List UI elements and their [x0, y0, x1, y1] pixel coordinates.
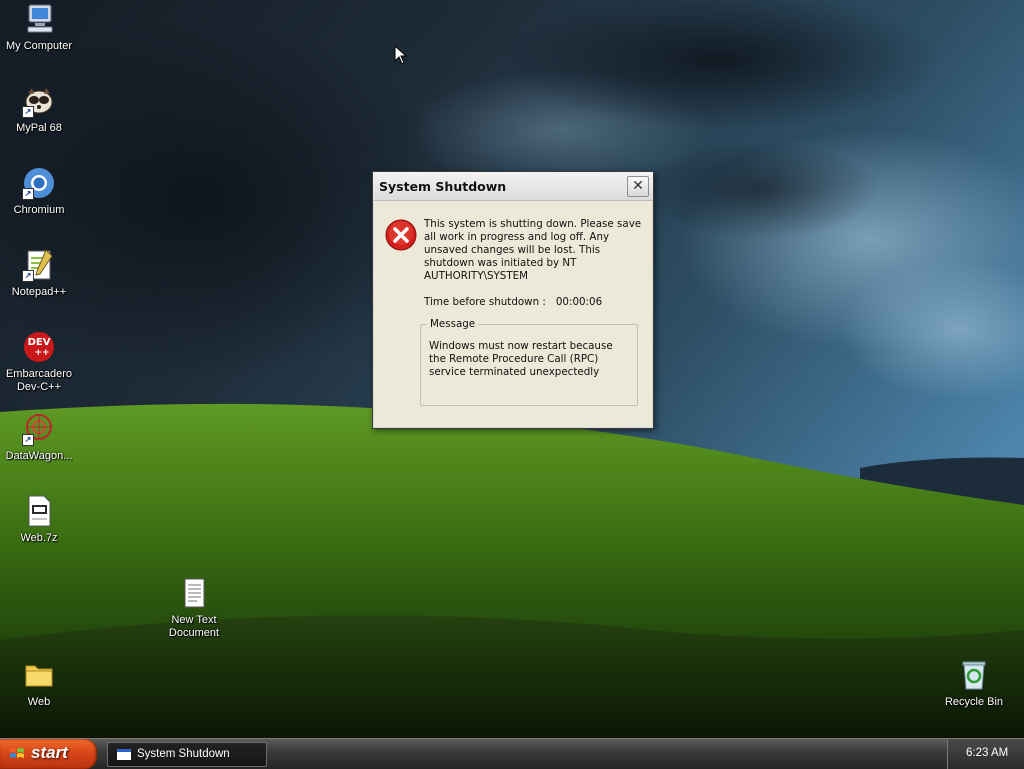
- message-group: Message Windows must now restart because…: [420, 318, 638, 406]
- devcpp-plus-text: ++: [34, 348, 49, 358]
- desktop-icon-label: DataWagon...: [5, 450, 73, 462]
- archive-file-icon: [22, 494, 56, 528]
- desktop-icon-label: Notepad++: [11, 286, 67, 298]
- desktop-icon-datawagon[interactable]: ↗ DataWagon...: [0, 412, 78, 463]
- desktop-icon-chromium[interactable]: ↗ Chromium: [0, 166, 78, 217]
- desktop-icon-label: Web.7z: [20, 532, 58, 544]
- desktop-icon-label: New Text Document: [168, 614, 220, 639]
- time-before-shutdown-row: Time before shutdown : 00:00:06: [424, 296, 602, 308]
- shortcut-arrow-icon: ↗: [22, 434, 34, 446]
- message-group-label: Message: [430, 318, 476, 330]
- desktop-icon-recycle-bin[interactable]: Recycle Bin: [935, 658, 1013, 709]
- window-icon: [117, 749, 131, 760]
- computer-icon: [22, 2, 56, 36]
- dialog-titlebar[interactable]: System Shutdown ✕: [373, 172, 653, 201]
- shortcut-arrow-icon: ↗: [22, 270, 34, 282]
- desktop-icon-label: MyPal 68: [16, 122, 62, 134]
- desktop-icon-label: My Computer: [5, 40, 73, 52]
- dialog-title: System Shutdown: [379, 179, 507, 194]
- windows-logo-icon: [10, 748, 24, 758]
- time-before-shutdown-label: Time before shutdown :: [424, 296, 546, 308]
- shortcut-arrow-icon: ↗: [22, 106, 34, 118]
- desktop-icon-label: Web: [27, 696, 51, 708]
- desktop-icon-label: Chromium: [13, 204, 65, 216]
- desktop-icon-web-7z[interactable]: Web.7z: [0, 494, 78, 545]
- desktop-icon-label: Recycle Bin: [944, 696, 1004, 708]
- notepadpp-icon: ↗: [22, 248, 56, 282]
- text-document-icon: [177, 576, 211, 610]
- desktop-icon-devcpp[interactable]: DEV ++ Embarcadero Dev-C++: [0, 330, 78, 394]
- desktop-icon-new-text-document[interactable]: New Text Document: [155, 576, 233, 640]
- time-before-shutdown-value: 00:00:06: [555, 296, 603, 308]
- datawagon-icon: ↗: [22, 412, 56, 446]
- system-tray[interactable]: 6:23 AM: [947, 739, 1024, 769]
- start-button[interactable]: start: [0, 739, 97, 769]
- shortcut-arrow-icon: ↗: [22, 188, 34, 200]
- taskbar-button-system-shutdown[interactable]: System Shutdown: [107, 742, 267, 767]
- taskbar[interactable]: start System Shutdown 6:23 AM: [0, 738, 1024, 769]
- desktop-icon-label: Embarcadero Dev-C++: [5, 368, 73, 393]
- mouse-cursor-icon: [394, 45, 408, 65]
- desktop-icon-mypal[interactable]: ↗ MyPal 68: [0, 84, 78, 135]
- system-shutdown-dialog[interactable]: System Shutdown ✕ This system is shuttin…: [372, 171, 654, 429]
- start-label: start: [31, 743, 68, 762]
- recycle-bin-icon: [957, 658, 991, 692]
- chromium-icon: ↗: [22, 166, 56, 200]
- shutdown-warning-text: This system is shutting down. Please sav…: [424, 218, 642, 282]
- close-button[interactable]: ✕: [627, 176, 649, 197]
- devcpp-icon: DEV ++: [22, 330, 56, 364]
- taskbar-button-label: System Shutdown: [137, 748, 230, 760]
- desktop-icon-notepadpp[interactable]: ↗ Notepad++: [0, 248, 78, 299]
- message-body-text: Windows must now restart because the Rem…: [429, 340, 613, 378]
- clock[interactable]: 6:23 AM: [966, 747, 1008, 759]
- desktop-icon-my-computer[interactable]: My Computer: [0, 2, 78, 53]
- error-icon: [385, 219, 417, 251]
- desktop-icon-web-folder[interactable]: Web: [0, 658, 78, 709]
- folder-icon: [22, 658, 56, 692]
- mypal-browser-icon: ↗: [22, 84, 56, 118]
- devcpp-badge-text: DEV: [28, 337, 51, 348]
